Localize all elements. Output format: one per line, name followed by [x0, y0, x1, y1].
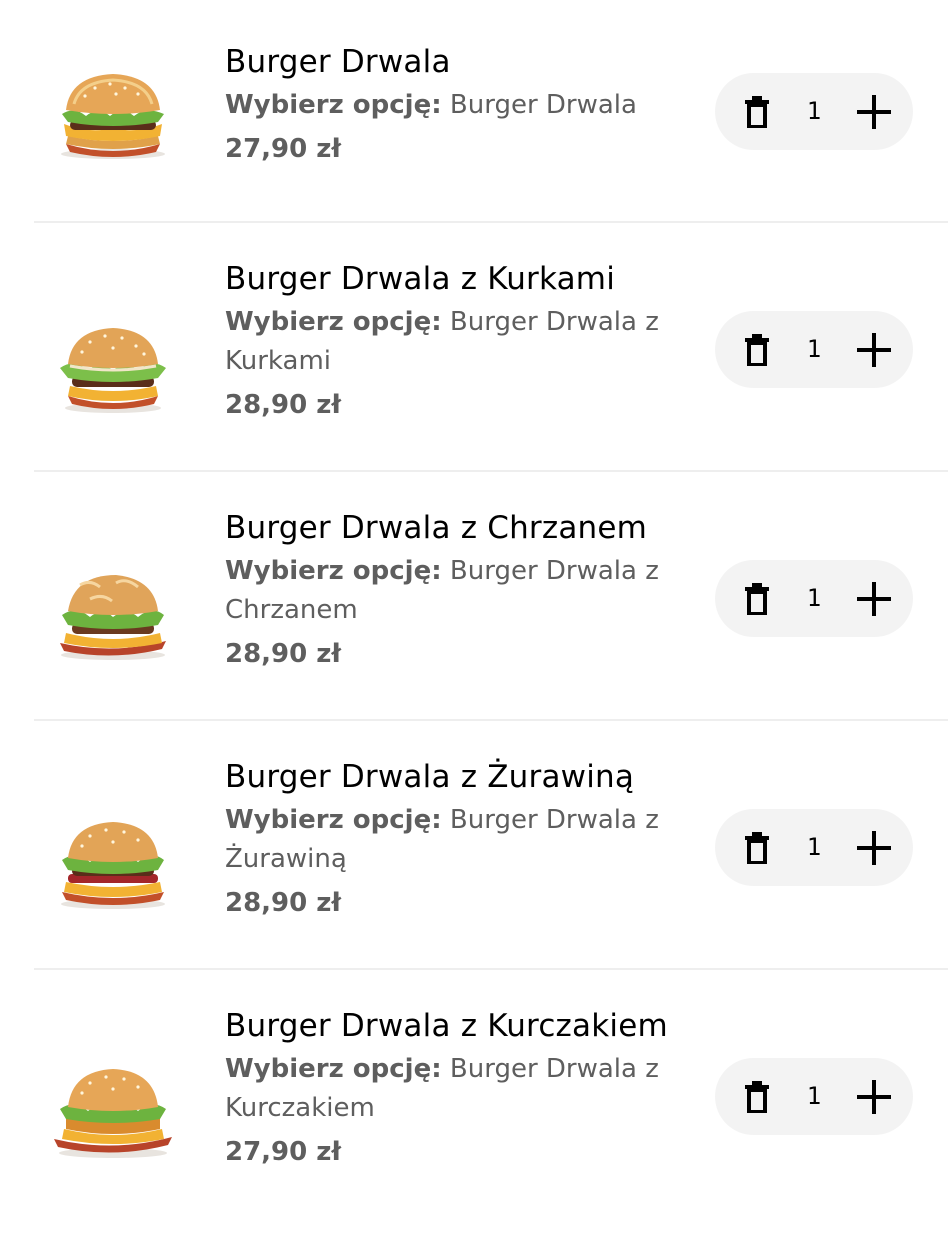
- item-info: Burger Drwala Wybierz opcję: Burger Drwa…: [225, 42, 685, 171]
- cart-item-list: Burger Drwala Wybierz opcję: Burger Drwa…: [0, 0, 948, 1200]
- item-info: Burger Drwala z Kurkami Wybierz opcję: B…: [225, 259, 685, 427]
- divider: [34, 470, 948, 472]
- quantity-value: 1: [806, 335, 822, 363]
- quantity-value: 1: [806, 833, 822, 861]
- item-price: 28,90 zł: [225, 390, 342, 420]
- delete-button[interactable]: [737, 578, 777, 620]
- item-name: Burger Drwala z Kurczakiem: [225, 1008, 668, 1044]
- add-button[interactable]: [853, 827, 895, 869]
- plus-icon: [857, 95, 891, 129]
- item-name: Burger Drwala z Chrzanem: [225, 510, 648, 546]
- item-info: Burger Drwala z Żurawiną Wybierz opcję: …: [225, 757, 685, 925]
- option-label: Wybierz opcję:: [225, 805, 442, 835]
- quantity-value: 1: [806, 97, 822, 125]
- item-option: Wybierz opcję: Burger Drwala z Kurkami: [225, 303, 665, 381]
- quantity-stepper: 1: [715, 560, 913, 637]
- plus-icon: [857, 582, 891, 616]
- trash-icon: [745, 832, 769, 864]
- trash-icon: [745, 1081, 769, 1113]
- add-button[interactable]: [853, 1076, 895, 1118]
- item-price: 27,90 zł: [225, 134, 342, 164]
- item-info: Burger Drwala z Chrzanem Wybierz opcję: …: [225, 508, 685, 676]
- item-price: 28,90 zł: [225, 639, 342, 669]
- item-name: Burger Drwala z Żurawiną: [225, 759, 635, 795]
- option-label: Wybierz opcję:: [225, 556, 442, 586]
- quantity-stepper: 1: [715, 809, 913, 886]
- burger-image: [50, 316, 176, 416]
- delete-button[interactable]: [737, 827, 777, 869]
- item-price: 28,90 zł: [225, 888, 342, 918]
- burger-image: [50, 1063, 176, 1163]
- option-label: Wybierz opcję:: [225, 307, 442, 337]
- burger-image: [50, 565, 176, 665]
- cart-item[interactable]: Burger Drwala Wybierz opcję: Burger Drwa…: [0, 0, 948, 249]
- cart-item[interactable]: Burger Drwala z Chrzanem Wybierz opcję: …: [0, 498, 948, 747]
- add-button[interactable]: [853, 329, 895, 371]
- item-option: Wybierz opcję: Burger Drwala z Chrzanem: [225, 552, 665, 630]
- item-option: Wybierz opcję: Burger Drwala z Kurczakie…: [225, 1050, 665, 1128]
- cart-item[interactable]: Burger Drwala z Kurczakiem Wybierz opcję…: [0, 996, 948, 1245]
- quantity-value: 1: [806, 1082, 822, 1110]
- trash-icon: [745, 96, 769, 128]
- delete-button[interactable]: [737, 91, 777, 133]
- quantity-stepper: 1: [715, 1058, 913, 1135]
- add-button[interactable]: [853, 578, 895, 620]
- cart-item[interactable]: Burger Drwala z Żurawiną Wybierz opcję: …: [0, 747, 948, 996]
- quantity-stepper: 1: [715, 311, 913, 388]
- trash-icon: [745, 583, 769, 615]
- item-name: Burger Drwala: [225, 44, 451, 80]
- item-name: Burger Drwala z Kurkami: [225, 261, 616, 297]
- trash-icon: [745, 334, 769, 366]
- option-value: Burger Drwala: [441, 90, 637, 120]
- item-price: 27,90 zł: [225, 1137, 342, 1167]
- option-label: Wybierz opcję:: [225, 90, 442, 120]
- quantity-stepper: 1: [715, 73, 913, 150]
- burger-image: [50, 64, 176, 164]
- item-option: Wybierz opcję: Burger Drwala z Żurawiną: [225, 801, 665, 879]
- plus-icon: [857, 831, 891, 865]
- plus-icon: [857, 1080, 891, 1114]
- option-label: Wybierz opcję:: [225, 1054, 442, 1084]
- quantity-value: 1: [806, 584, 822, 612]
- plus-icon: [857, 333, 891, 367]
- divider: [34, 221, 948, 223]
- burger-image: [50, 814, 176, 914]
- add-button[interactable]: [853, 91, 895, 133]
- delete-button[interactable]: [737, 1076, 777, 1118]
- item-info: Burger Drwala z Kurczakiem Wybierz opcję…: [225, 1006, 685, 1174]
- item-option: Wybierz opcję: Burger Drwala: [225, 86, 665, 125]
- delete-button[interactable]: [737, 329, 777, 371]
- divider: [34, 968, 948, 970]
- cart-item[interactable]: Burger Drwala z Kurkami Wybierz opcję: B…: [0, 249, 948, 498]
- divider: [34, 719, 948, 721]
